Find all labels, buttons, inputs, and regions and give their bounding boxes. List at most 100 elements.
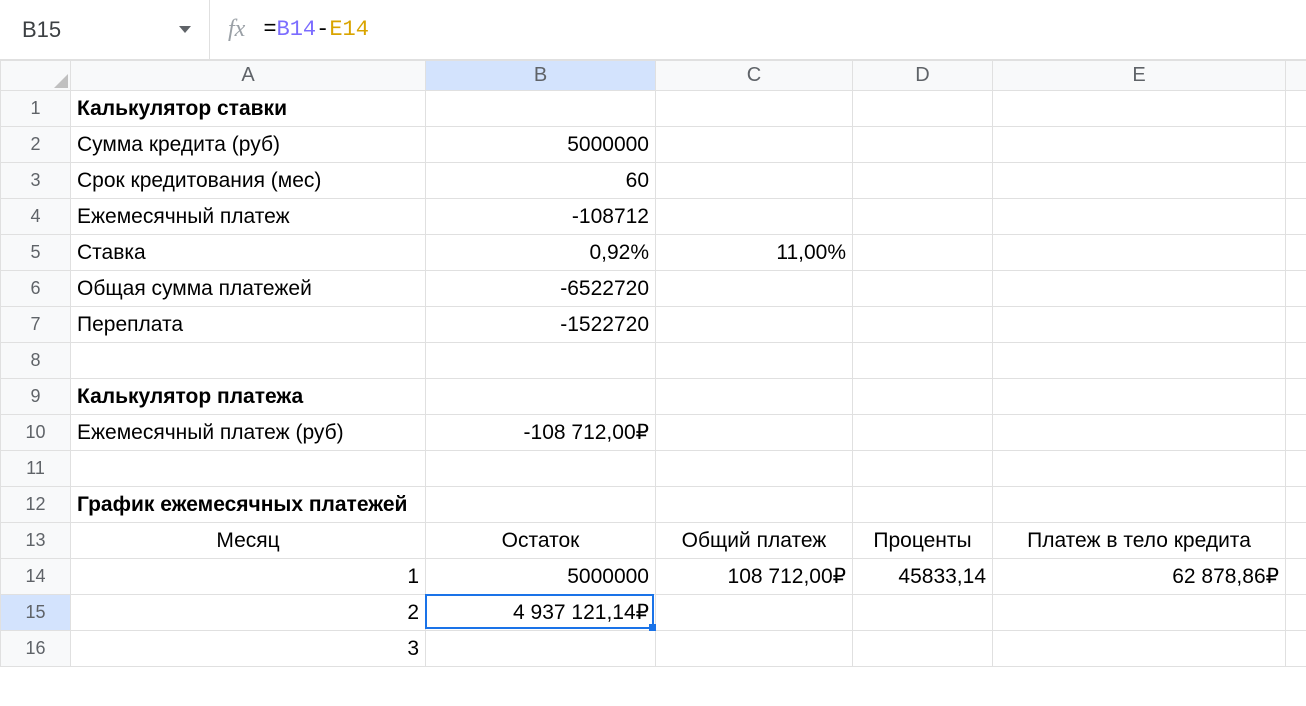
cell-D4[interactable] [853, 199, 993, 235]
cell-extra5[interactable] [1286, 235, 1306, 271]
col-header-D[interactable]: D [853, 61, 993, 91]
cell-A6[interactable]: Общая сумма платежей [71, 271, 426, 307]
cell-extra11[interactable] [1286, 451, 1306, 487]
row-header-7[interactable]: 7 [1, 307, 71, 343]
cell-D15[interactable] [853, 595, 993, 631]
cell-B1[interactable] [426, 91, 656, 127]
col-header-B[interactable]: B [426, 61, 656, 91]
cell-B7[interactable]: -1522720 [426, 307, 656, 343]
cell-extra7[interactable] [1286, 307, 1306, 343]
cell-B10[interactable]: -108 712,00₽ [426, 415, 656, 451]
cell-D7[interactable] [853, 307, 993, 343]
cell-extra13[interactable] [1286, 523, 1306, 559]
cell-A10[interactable]: Ежемесячный платеж (руб) [71, 415, 426, 451]
cell-E2[interactable] [993, 127, 1286, 163]
cell-D6[interactable] [853, 271, 993, 307]
row-header-14[interactable]: 14 [1, 559, 71, 595]
row-header-4[interactable]: 4 [1, 199, 71, 235]
cell-extra10[interactable] [1286, 415, 1306, 451]
cell-E1[interactable] [993, 91, 1286, 127]
cell-D10[interactable] [853, 415, 993, 451]
row-header-11[interactable]: 11 [1, 451, 71, 487]
cell-E7[interactable] [993, 307, 1286, 343]
cell-A16[interactable]: 3 [71, 631, 426, 667]
cell-A5[interactable]: Ставка [71, 235, 426, 271]
cell-A13[interactable]: Месяц [71, 523, 426, 559]
cell-B13[interactable]: Остаток [426, 523, 656, 559]
cell-E6[interactable] [993, 271, 1286, 307]
cell-E10[interactable] [993, 415, 1286, 451]
cell-B9[interactable] [426, 379, 656, 415]
cell-C11[interactable] [656, 451, 853, 487]
row-header-2[interactable]: 2 [1, 127, 71, 163]
cell-B2[interactable]: 5000000 [426, 127, 656, 163]
cell-E13[interactable]: Платеж в тело кредита [993, 523, 1286, 559]
cell-extra12[interactable] [1286, 487, 1306, 523]
cell-C14[interactable]: 108 712,00₽ [656, 559, 853, 595]
row-header-5[interactable]: 5 [1, 235, 71, 271]
cell-extra9[interactable] [1286, 379, 1306, 415]
row-header-15[interactable]: 15 [1, 595, 71, 631]
row-header-12[interactable]: 12 [1, 487, 71, 523]
cell-D14[interactable]: 45833,14 [853, 559, 993, 595]
cell-A14[interactable]: 1 [71, 559, 426, 595]
cell-E15[interactable] [993, 595, 1286, 631]
cell-E14[interactable]: 62 878,86₽ [993, 559, 1286, 595]
cell-A4[interactable]: Ежемесячный платеж [71, 199, 426, 235]
row-header-16[interactable]: 16 [1, 631, 71, 667]
cell-B16[interactable] [426, 631, 656, 667]
cell-D16[interactable] [853, 631, 993, 667]
cell-B12[interactable] [426, 487, 656, 523]
col-header-A[interactable]: A [71, 61, 426, 91]
cell-E11[interactable] [993, 451, 1286, 487]
cell-D8[interactable] [853, 343, 993, 379]
cell-E3[interactable] [993, 163, 1286, 199]
cell-A3[interactable]: Срок кредитования (мес) [71, 163, 426, 199]
cell-A15[interactable]: 2 [71, 595, 426, 631]
cell-extra15[interactable] [1286, 595, 1306, 631]
row-header-10[interactable]: 10 [1, 415, 71, 451]
cell-A12[interactable]: График ежемесячных платежей [71, 487, 426, 523]
cell-E4[interactable] [993, 199, 1286, 235]
cell-D5[interactable] [853, 235, 993, 271]
cell-D9[interactable] [853, 379, 993, 415]
chevron-down-icon[interactable] [179, 26, 191, 33]
col-header-E[interactable]: E [993, 61, 1286, 91]
cell-E16[interactable] [993, 631, 1286, 667]
row-header-3[interactable]: 3 [1, 163, 71, 199]
row-header-13[interactable]: 13 [1, 523, 71, 559]
cell-C10[interactable] [656, 415, 853, 451]
cell-C12[interactable] [656, 487, 853, 523]
cell-D12[interactable] [853, 487, 993, 523]
cell-D3[interactable] [853, 163, 993, 199]
cell-B8[interactable] [426, 343, 656, 379]
cell-B15[interactable]: 4 937 121,14₽ [426, 595, 656, 631]
cell-C7[interactable] [656, 307, 853, 343]
row-header-1[interactable]: 1 [1, 91, 71, 127]
cell-C15[interactable] [656, 595, 853, 631]
cell-B4[interactable]: -108712 [426, 199, 656, 235]
row-header-6[interactable]: 6 [1, 271, 71, 307]
cell-E12[interactable] [993, 487, 1286, 523]
cell-extra8[interactable] [1286, 343, 1306, 379]
cell-extra4[interactable] [1286, 199, 1306, 235]
cell-C13[interactable]: Общий платеж [656, 523, 853, 559]
cell-C2[interactable] [656, 127, 853, 163]
cell-extra16[interactable] [1286, 631, 1306, 667]
cell-A8[interactable] [71, 343, 426, 379]
cell-B3[interactable]: 60 [426, 163, 656, 199]
cell-E8[interactable] [993, 343, 1286, 379]
cell-D11[interactable] [853, 451, 993, 487]
cell-C16[interactable] [656, 631, 853, 667]
cell-C8[interactable] [656, 343, 853, 379]
col-header-C[interactable]: C [656, 61, 853, 91]
col-header-extra[interactable] [1286, 61, 1306, 91]
cell-C4[interactable] [656, 199, 853, 235]
cell-E5[interactable] [993, 235, 1286, 271]
select-all-corner[interactable] [1, 61, 71, 91]
spreadsheet-grid[interactable]: A B C D E 1Калькулятор ставки2Сумма кред… [0, 60, 1306, 667]
cell-C9[interactable] [656, 379, 853, 415]
cell-A7[interactable]: Переплата [71, 307, 426, 343]
cell-D13[interactable]: Проценты [853, 523, 993, 559]
cell-extra3[interactable] [1286, 163, 1306, 199]
